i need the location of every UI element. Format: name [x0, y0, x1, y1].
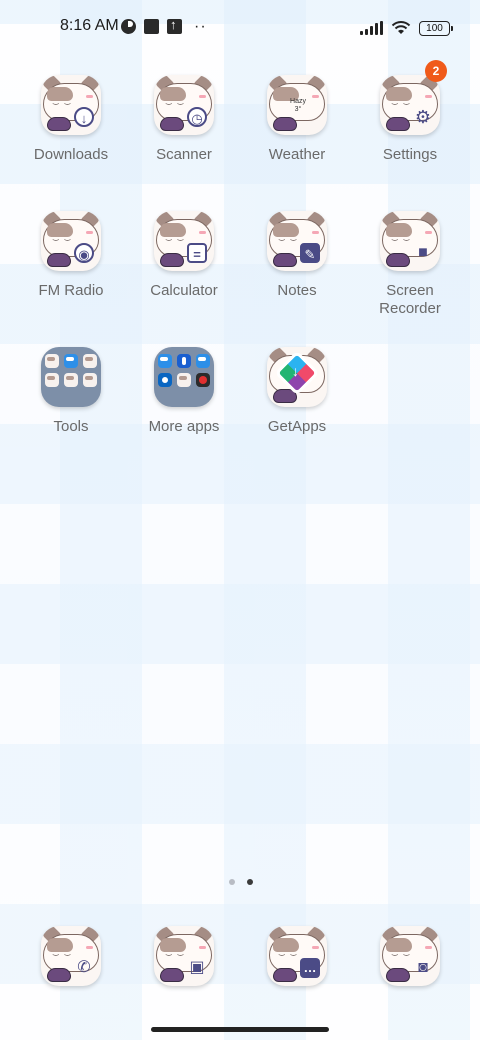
notification-badge: 2	[425, 60, 447, 82]
weather-icon: Hazy 3°	[267, 75, 327, 135]
dock-messages[interactable]: ‿‿ …	[267, 926, 327, 986]
camera-lens-icon: ◙	[418, 959, 428, 976]
app-screen-recorder[interactable]: ‿‿ ■ Screen Recorder	[355, 211, 465, 318]
page-indicator[interactable]	[229, 879, 253, 885]
app-label: Downloads	[33, 146, 109, 163]
app-calculator[interactable]: ‿‿ = Calculator	[129, 211, 239, 300]
upload-icon	[167, 17, 182, 34]
more-apps-folder-icon	[154, 347, 214, 407]
video-camera-icon: ■	[418, 244, 428, 261]
dock-camera[interactable]: ‿‿ ◙	[380, 926, 440, 986]
app-notes[interactable]: ‿‿ ✎ Notes	[242, 211, 352, 300]
camera-icon: ‿‿ ◙	[380, 926, 440, 986]
weather-readout: Hazy 3°	[290, 98, 306, 113]
page-dot-active[interactable]	[247, 879, 253, 885]
app-label: Weather	[268, 146, 326, 163]
fm-radio-icon: ‿‿ ◉	[41, 211, 101, 271]
dock-phone[interactable]: ‿‿ ✆	[41, 926, 101, 986]
home-gesture-bar[interactable]	[151, 1027, 329, 1032]
square-icon	[144, 19, 159, 34]
screen-recorder-icon: ‿‿ ■	[380, 211, 440, 271]
settings-icon: ‿‿ ⚙ 2	[380, 60, 447, 135]
app-label: GetApps	[267, 418, 327, 435]
handset-icon: ✆	[77, 959, 91, 976]
chat-bubble-icon: …	[300, 958, 320, 978]
equals-icon: =	[187, 243, 207, 263]
app-scanner[interactable]: ‿‿ ◷ Scanner	[129, 75, 239, 164]
more-dots-icon: ··	[194, 17, 207, 35]
calculator-icon: ‿‿ =	[154, 211, 214, 271]
folder-more-apps[interactable]: More apps	[129, 347, 239, 436]
notification-icons: ··	[121, 17, 207, 35]
app-getapps[interactable]: ↓ GetApps	[242, 347, 352, 436]
status-bar: 8:16 AM ·· 100	[0, 14, 480, 42]
sync-icon	[121, 19, 136, 34]
page-dot[interactable]	[229, 879, 235, 885]
system-icons: 100	[360, 20, 453, 36]
app-label: FM Radio	[38, 282, 104, 299]
battery-icon: 100	[419, 20, 453, 36]
app-label: Tools	[53, 418, 89, 435]
gear-icon: ⚙	[414, 107, 432, 127]
app-downloads[interactable]: ‿‿ ↓ Downloads	[16, 75, 126, 164]
picture-icon: ▣	[189, 959, 205, 976]
app-label: Notes	[277, 282, 317, 299]
messages-icon: ‿‿ …	[267, 926, 327, 986]
phone-icon: ‿‿ ✆	[41, 926, 101, 986]
app-settings[interactable]: ‿‿ ⚙ 2 Settings	[355, 60, 465, 164]
pencil-icon: ✎	[300, 243, 320, 263]
getapps-icon: ↓	[267, 347, 327, 407]
downloads-icon: ‿‿ ↓	[41, 75, 101, 135]
app-fm-radio[interactable]: ‿‿ ◉ FM Radio	[16, 211, 126, 300]
status-time: 8:16 AM	[60, 17, 119, 34]
scan-glyph-icon: ◷	[187, 107, 207, 127]
signal-icon	[360, 21, 383, 35]
app-label: Scanner	[156, 146, 212, 163]
tools-folder-icon	[41, 347, 101, 407]
app-label: Settings	[382, 146, 438, 163]
radio-glyph-icon: ◉	[74, 243, 94, 263]
scanner-icon: ‿‿ ◷	[154, 75, 214, 135]
gallery-icon: ‿‿ ▣	[154, 926, 214, 986]
app-label: More apps	[148, 418, 220, 435]
app-label: Calculator	[150, 282, 218, 299]
app-label: Screen Recorder	[379, 282, 441, 317]
wifi-icon	[391, 21, 411, 34]
download-arrow-icon: ↓	[74, 107, 94, 127]
download-arrow-icon: ↓	[292, 363, 299, 379]
folder-tools[interactable]: Tools	[16, 347, 126, 436]
notes-icon: ‿‿ ✎	[267, 211, 327, 271]
app-weather[interactable]: Hazy 3° Weather	[242, 75, 352, 164]
dock-gallery[interactable]: ‿‿ ▣	[154, 926, 214, 986]
